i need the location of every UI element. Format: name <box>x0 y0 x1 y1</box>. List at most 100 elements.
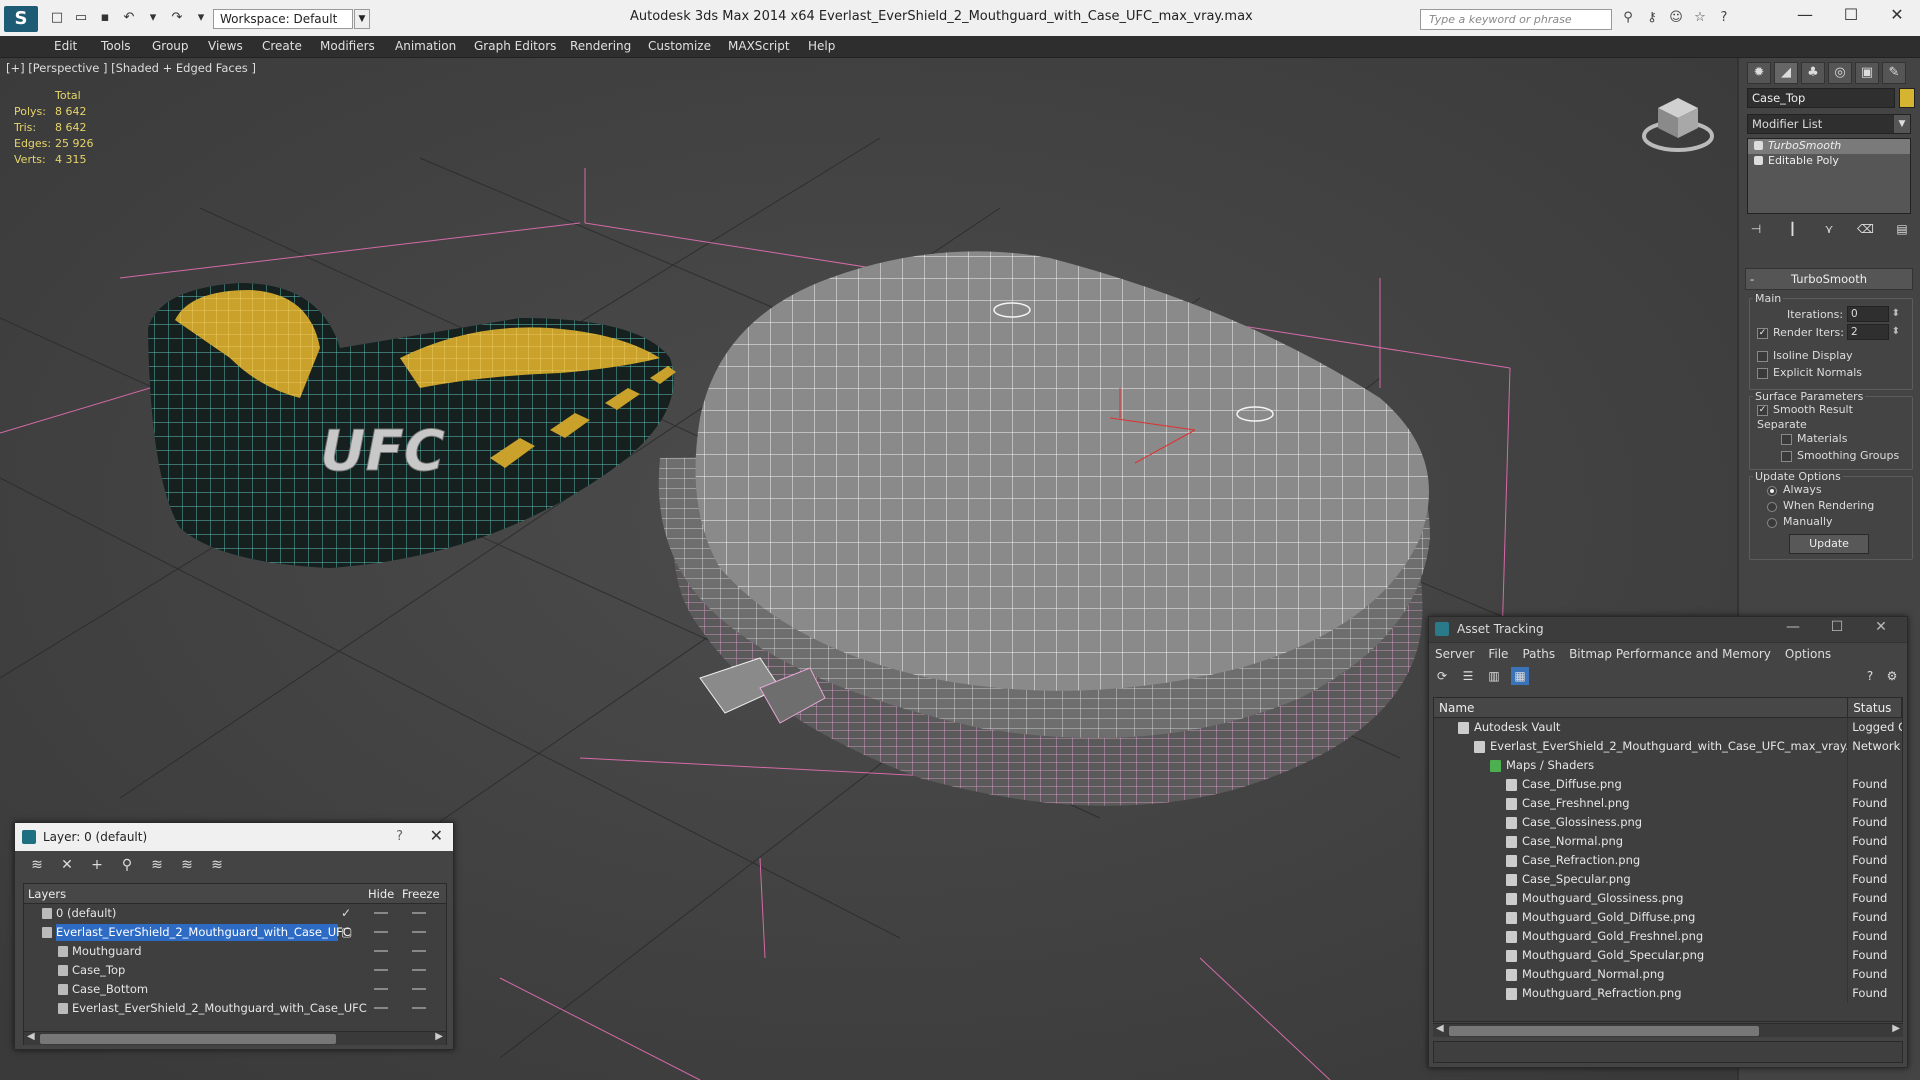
table-row[interactable]: Mouthguard_Gold_Freshnel.png Found <box>1434 927 1902 946</box>
table-row[interactable]: Mouthguard_Refraction.png Found <box>1434 984 1902 1003</box>
layers-column-header[interactable]: Layers <box>28 887 66 901</box>
maximize-button[interactable]: ☐ <box>1828 0 1874 32</box>
list-view-icon[interactable]: ☰ <box>1459 667 1477 685</box>
object-name-field[interactable]: Case_Top <box>1747 88 1895 108</box>
minimize-button[interactable]: — <box>1771 619 1815 635</box>
help-icon[interactable]: ? <box>1861 667 1879 685</box>
object-color-swatch[interactable] <box>1899 88 1915 108</box>
lightbulb-icon[interactable] <box>1754 141 1763 150</box>
menu-graph-editors[interactable]: Graph Editors <box>474 39 556 53</box>
layer-row[interactable]: Case_Bottom <box>24 980 446 999</box>
menu-animation[interactable]: Animation <box>395 39 456 53</box>
hide-toggle[interactable] <box>374 950 388 952</box>
menu-rendering[interactable]: Rendering <box>570 39 631 53</box>
manually-radio[interactable] <box>1767 518 1777 528</box>
maximize-button[interactable]: ☐ <box>1815 619 1859 635</box>
scroll-right-icon[interactable]: ▶ <box>1892 1023 1900 1034</box>
undo-dropdown-icon[interactable]: ▾ <box>144 9 162 27</box>
table-row[interactable]: Mouthguard_Gold_Specular.png Found <box>1434 946 1902 965</box>
freeze-toggle[interactable] <box>412 969 426 971</box>
table-row[interactable]: Mouthguard_Gold_Diffuse.png Found <box>1434 908 1902 927</box>
table-row[interactable]: Autodesk Vault Logged O <box>1434 718 1902 737</box>
current-layer-check-icon[interactable]: ✓ <box>341 904 351 923</box>
table-row[interactable]: Case_Specular.png Found <box>1434 870 1902 889</box>
menu-options[interactable]: Options <box>1785 647 1831 661</box>
menu-tools[interactable]: Tools <box>101 39 131 53</box>
settings-icon[interactable]: ⚙ <box>1883 667 1901 685</box>
refresh-icon[interactable]: ⟳ <box>1433 667 1451 685</box>
freeze-toggle[interactable] <box>412 988 426 990</box>
menu-help[interactable]: Help <box>808 39 835 53</box>
scrollbar-thumb[interactable] <box>1449 1026 1759 1036</box>
freeze-toggle[interactable] <box>412 931 426 933</box>
make-unique-icon[interactable]: ⋎ <box>1820 220 1838 238</box>
freeze-column-header[interactable]: Freeze <box>402 887 440 901</box>
asset-horizontal-scrollbar[interactable]: ◀ ▶ <box>1433 1023 1903 1037</box>
modifier-list-dropdown[interactable]: Modifier List ▼ <box>1747 114 1911 134</box>
menu-modifiers[interactable]: Modifiers <box>320 39 375 53</box>
configure-sets-icon[interactable]: ▤ <box>1893 220 1911 238</box>
turbosmooth-rollout-header[interactable]: - TurboSmooth <box>1745 268 1913 290</box>
layer-horizontal-scrollbar[interactable]: ◀ ▶ <box>24 1031 446 1045</box>
remove-modifier-icon[interactable]: ⌫ <box>1857 220 1875 238</box>
help-icon[interactable]: ? <box>396 829 403 844</box>
new-file-icon[interactable]: □ <box>48 9 66 27</box>
update-button[interactable]: Update <box>1789 534 1869 554</box>
hide-toggle[interactable] <box>374 988 388 990</box>
open-file-icon[interactable]: ▭ <box>72 9 90 27</box>
chevron-down-icon[interactable]: ▼ <box>1894 115 1910 133</box>
hide-toggle[interactable] <box>374 1007 388 1009</box>
isoline-display-checkbox[interactable] <box>1757 351 1768 362</box>
menu-file[interactable]: File <box>1488 647 1508 661</box>
user-icon[interactable]: ☺ <box>1668 10 1684 26</box>
name-column-header[interactable]: Name <box>1434 698 1849 717</box>
create-tab-icon[interactable]: ✹ <box>1747 62 1771 84</box>
thumbnail-view-icon[interactable]: ▥ <box>1485 667 1503 685</box>
freeze-toggle[interactable] <box>412 912 426 914</box>
menu-customize[interactable]: Customize <box>648 39 711 53</box>
stack-item-turbosmooth[interactable]: TurboSmooth <box>1748 139 1910 154</box>
layer-row[interactable]: Everlast_EverShield_2_Mouthguard_with_Ca… <box>24 999 446 1018</box>
status-column-header[interactable]: Status <box>1848 698 1902 717</box>
viewport-label[interactable]: [+] [Perspective ] [Shaded + Edged Faces… <box>6 61 256 75</box>
stack-item-editable-poly[interactable]: Editable Poly <box>1748 154 1910 169</box>
iterations-spinner[interactable]: 0 <box>1847 306 1900 322</box>
help-icon[interactable]: ? <box>1716 10 1732 26</box>
layer-row[interactable]: 0 (default) ✓ <box>24 904 446 923</box>
menu-paths[interactable]: Paths <box>1522 647 1555 661</box>
add-to-layer-icon[interactable]: + <box>87 855 107 875</box>
scroll-right-icon[interactable]: ▶ <box>435 1031 443 1042</box>
table-row[interactable]: Case_Normal.png Found <box>1434 832 1902 851</box>
workspace-dropdown[interactable]: Workspace: Default ▼ <box>213 9 370 29</box>
materials-checkbox[interactable] <box>1781 434 1792 445</box>
table-row[interactable]: Case_Diffuse.png Found <box>1434 775 1902 794</box>
pin-stack-icon[interactable]: ⊣ <box>1747 220 1765 238</box>
explicit-normals-checkbox[interactable] <box>1757 368 1768 379</box>
chevron-down-icon[interactable]: ▼ <box>354 9 370 29</box>
redo-icon[interactable]: ↷ <box>168 9 186 27</box>
scroll-left-icon[interactable]: ◀ <box>27 1031 35 1042</box>
table-row[interactable]: Case_Refraction.png Found <box>1434 851 1902 870</box>
delete-layer-icon[interactable]: ✕ <box>57 855 77 875</box>
minimize-button[interactable]: — <box>1782 0 1828 32</box>
when-rendering-radio[interactable] <box>1767 502 1777 512</box>
smooth-result-checkbox[interactable]: ✓ <box>1757 405 1768 416</box>
modify-tab-icon[interactable]: ◢ <box>1774 62 1798 84</box>
hide-toggle[interactable] <box>374 931 388 933</box>
undo-icon[interactable]: ↶ <box>120 9 138 27</box>
render-iters-spinner[interactable]: 2 <box>1847 324 1900 340</box>
display-tab-icon[interactable]: ▣ <box>1855 62 1879 84</box>
always-radio[interactable] <box>1767 486 1777 496</box>
menu-views[interactable]: Views <box>208 39 243 53</box>
menu-group[interactable]: Group <box>152 39 189 53</box>
table-row[interactable]: Mouthguard_Normal.png Found <box>1434 965 1902 984</box>
search-input[interactable]: Type a keyword or phrase <box>1420 9 1612 30</box>
binoculars-icon[interactable]: ⚲ <box>1620 10 1636 26</box>
select-objects-icon[interactable]: ⚲ <box>117 855 137 875</box>
close-button[interactable]: ✕ <box>1874 0 1920 32</box>
key-icon[interactable]: ⚷ <box>1644 10 1660 26</box>
save-icon[interactable]: ▪ <box>96 9 114 27</box>
current-layer-box-icon[interactable]: ▢ <box>341 923 352 942</box>
table-row[interactable]: Everlast_EverShield_2_Mouthguard_with_Ca… <box>1434 737 1902 756</box>
table-row[interactable]: Case_Glossiness.png Found <box>1434 813 1902 832</box>
